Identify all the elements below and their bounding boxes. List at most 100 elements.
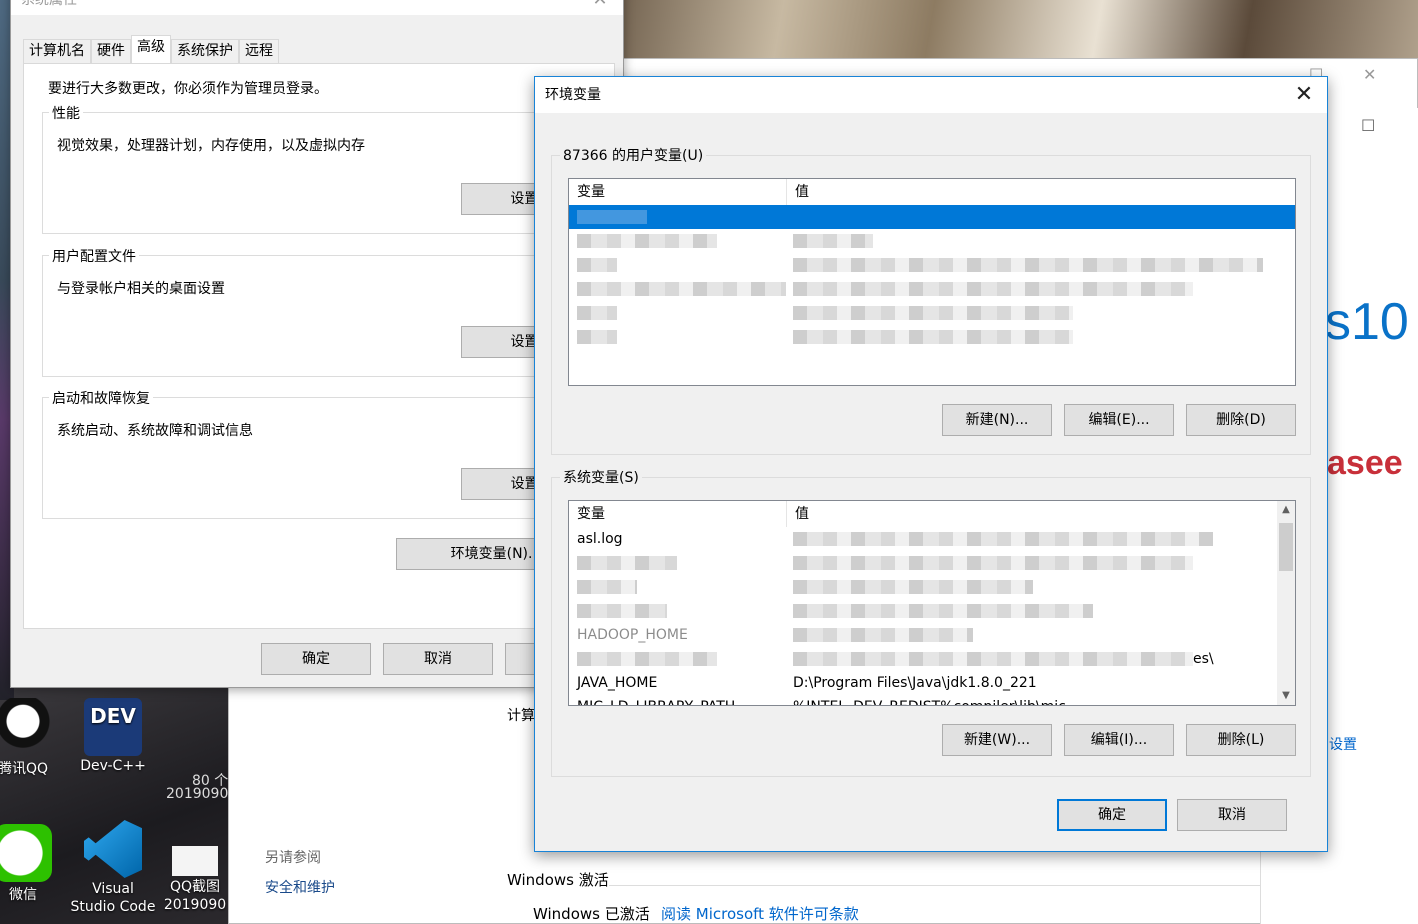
desktop-icon-devcpp[interactable]: DEV Dev-C++ (68, 698, 158, 774)
computer-section-label: 计算 (507, 708, 535, 724)
variable-name (569, 325, 787, 349)
list-item[interactable] (569, 277, 1295, 301)
dialog-titlebar: 环境变量 ✕ (535, 77, 1327, 113)
group-description: 与登录帐户相关的桌面设置 (57, 281, 225, 297)
scroll-up-icon[interactable]: ▲ (1277, 501, 1295, 519)
ok-button[interactable]: 确定 (1057, 799, 1167, 831)
close-icon[interactable]: ✕ (1281, 77, 1327, 113)
tab-hardware[interactable]: 硬件 (91, 39, 131, 63)
ok-button[interactable]: 确定 (261, 643, 371, 675)
system-delete-button[interactable]: 删除(L) (1186, 724, 1296, 756)
variable-value (787, 527, 1295, 551)
list-item[interactable] (569, 253, 1295, 277)
scroll-down-icon[interactable]: ▼ (1277, 687, 1295, 705)
variable-value (787, 325, 1295, 349)
tab-remote[interactable]: 远程 (239, 39, 279, 63)
user-delete-button[interactable]: 删除(D) (1186, 404, 1296, 436)
user-variables-list[interactable]: 变量 值 (568, 178, 1296, 386)
desktop-icon-label: Visual Studio Code (70, 881, 156, 915)
variable-name (569, 301, 787, 325)
system-properties-dialog: 系统属性 ✕ 计算机名 硬件 高级 系统保护 远程 要进行大多数更改，你必须作为… (10, 0, 624, 688)
user-profile-group: 用户配置文件 与登录帐户相关的桌面设置 设置(E)... (42, 246, 621, 377)
variable-value (787, 205, 1295, 229)
dialog-title: 系统属性 (21, 0, 77, 8)
column-header-variable[interactable]: 变量 (569, 179, 787, 205)
vertical-scrollbar[interactable]: ▲ ▼ (1277, 501, 1295, 705)
group-description: 视觉效果，处理器计划，内存使用，以及虚拟内存 (57, 138, 365, 154)
list-item[interactable]: JAVA_HOME D:\Program Files\Java\jdk1.8.0… (569, 671, 1295, 695)
variable-name (569, 205, 787, 229)
system-new-button[interactable]: 新建(W)... (942, 724, 1052, 756)
advanced-tab-pane: 要进行大多数更改，你必须作为管理员登录。 性能 视觉效果，处理器计划，内存使用，… (23, 63, 621, 629)
variable-value (787, 253, 1295, 277)
variable-value (787, 599, 1295, 623)
tab-strip: 计算机名 硬件 高级 系统保护 远程 (23, 35, 279, 63)
user-new-button[interactable]: 新建(N)... (942, 404, 1052, 436)
list-item[interactable] (569, 301, 1295, 325)
list-item[interactable]: asl.log (569, 527, 1295, 551)
variable-name (569, 253, 787, 277)
column-header-variable[interactable]: 变量 (569, 501, 787, 527)
variable-name (569, 551, 787, 575)
group-label: 性能 (49, 103, 83, 123)
cancel-button[interactable]: 取消 (383, 643, 493, 675)
list-header: 变量 值 (569, 179, 1295, 205)
desktop-icon-label: 腾讯QQ (0, 761, 49, 777)
close-icon[interactable]: ✕ (577, 0, 623, 15)
list-item[interactable]: HADOOP_HOME (569, 623, 1295, 647)
performance-group: 性能 视觉效果，处理器计划，内存使用，以及虚拟内存 设置(S)... (42, 103, 621, 234)
restore-icon[interactable]: ☐ (1361, 116, 1375, 135)
variable-name (569, 599, 787, 623)
tab-advanced[interactable]: 高级 (131, 35, 171, 63)
variable-value: es\ (787, 647, 1295, 671)
list-item[interactable]: MIC_LD_LIBRARY_PATH %INTEL_DEV_REDIST%co… (569, 695, 1295, 705)
system-edit-button[interactable]: 编辑(I)... (1064, 724, 1174, 756)
admin-note: 要进行大多数更改，你必须作为管理员登录。 (48, 81, 328, 97)
list-item[interactable] (569, 551, 1295, 575)
variable-name: MIC_LD_LIBRARY_PATH (569, 695, 787, 705)
desktop-icon-label: 微信 (9, 887, 37, 903)
desktop-icon-vscode[interactable]: Visual Studio Code (68, 820, 158, 916)
devcpp-icon: DEV (84, 698, 142, 756)
tab-computer-name[interactable]: 计算机名 (23, 39, 91, 63)
desktop-icon-qq[interactable]: 腾讯QQ (0, 698, 68, 778)
group-label: 启动和故障恢复 (49, 388, 153, 408)
user-variables-group: 87366 的用户变量(U) 变量 值 新建(N)... 编辑(E)... 删除… (551, 145, 1311, 455)
list-item[interactable] (569, 575, 1295, 599)
variable-name (569, 229, 787, 253)
desktop-icon-screenshot[interactable]: QQ截图 2019090 (160, 846, 230, 914)
startup-recovery-group: 启动和故障恢复 系统启动、系统故障和调试信息 设置(T)... (42, 388, 621, 519)
desktop-date-text: 2019090 (166, 786, 229, 802)
list-item[interactable]: es\ (569, 647, 1295, 671)
list-item[interactable] (569, 325, 1295, 349)
cancel-button[interactable]: 取消 (1177, 799, 1287, 831)
list-item[interactable] (569, 205, 1295, 229)
tab-system-protection[interactable]: 系统保护 (171, 39, 239, 63)
environment-variables-dialog: 环境变量 ✕ 87366 的用户变量(U) 变量 值 新建(N)... 编辑(E… (534, 76, 1328, 852)
column-header-value[interactable]: 值 (787, 179, 1295, 205)
variable-value (787, 229, 1295, 253)
vscode-icon (84, 820, 142, 878)
scrollbar-thumb[interactable] (1279, 523, 1293, 571)
user-edit-button[interactable]: 编辑(E)... (1064, 404, 1174, 436)
list-item[interactable] (569, 599, 1295, 623)
column-header-value[interactable]: 值 (787, 501, 1295, 527)
activated-text: Windows 已激活 (533, 905, 650, 923)
close-icon[interactable]: ✕ (1363, 65, 1376, 84)
desktop-icon-wechat[interactable]: 微信 (0, 824, 68, 904)
license-link[interactable]: 阅读 Microsoft 软件许可条款 (661, 903, 859, 924)
variable-value (787, 575, 1295, 599)
list-item[interactable] (569, 229, 1295, 253)
desktop-icon-label: QQ截图 2019090 (163, 879, 227, 913)
group-label: 用户配置文件 (49, 246, 139, 266)
variable-value: D:\Program Files\Java\jdk1.8.0_221 (793, 675, 1037, 691)
group-label: 系统变量(S) (560, 467, 642, 487)
security-link[interactable]: 安全和维护 (265, 877, 335, 897)
dialog-title: 环境变量 (545, 87, 601, 103)
variable-value: %INTEL_DEV_REDIST%compiler\lib\mic (787, 695, 1295, 705)
change-settings-link[interactable]: 设置 (1329, 734, 1357, 754)
system-variables-list[interactable]: 变量 值 asl.log HADOOP_HOME es\ JAVA_HOME D… (568, 500, 1296, 706)
csdn-logo: asee (1327, 444, 1403, 482)
group-description: 系统启动、系统故障和调试信息 (57, 423, 253, 439)
dialog-titlebar: 系统属性 ✕ (11, 0, 623, 15)
